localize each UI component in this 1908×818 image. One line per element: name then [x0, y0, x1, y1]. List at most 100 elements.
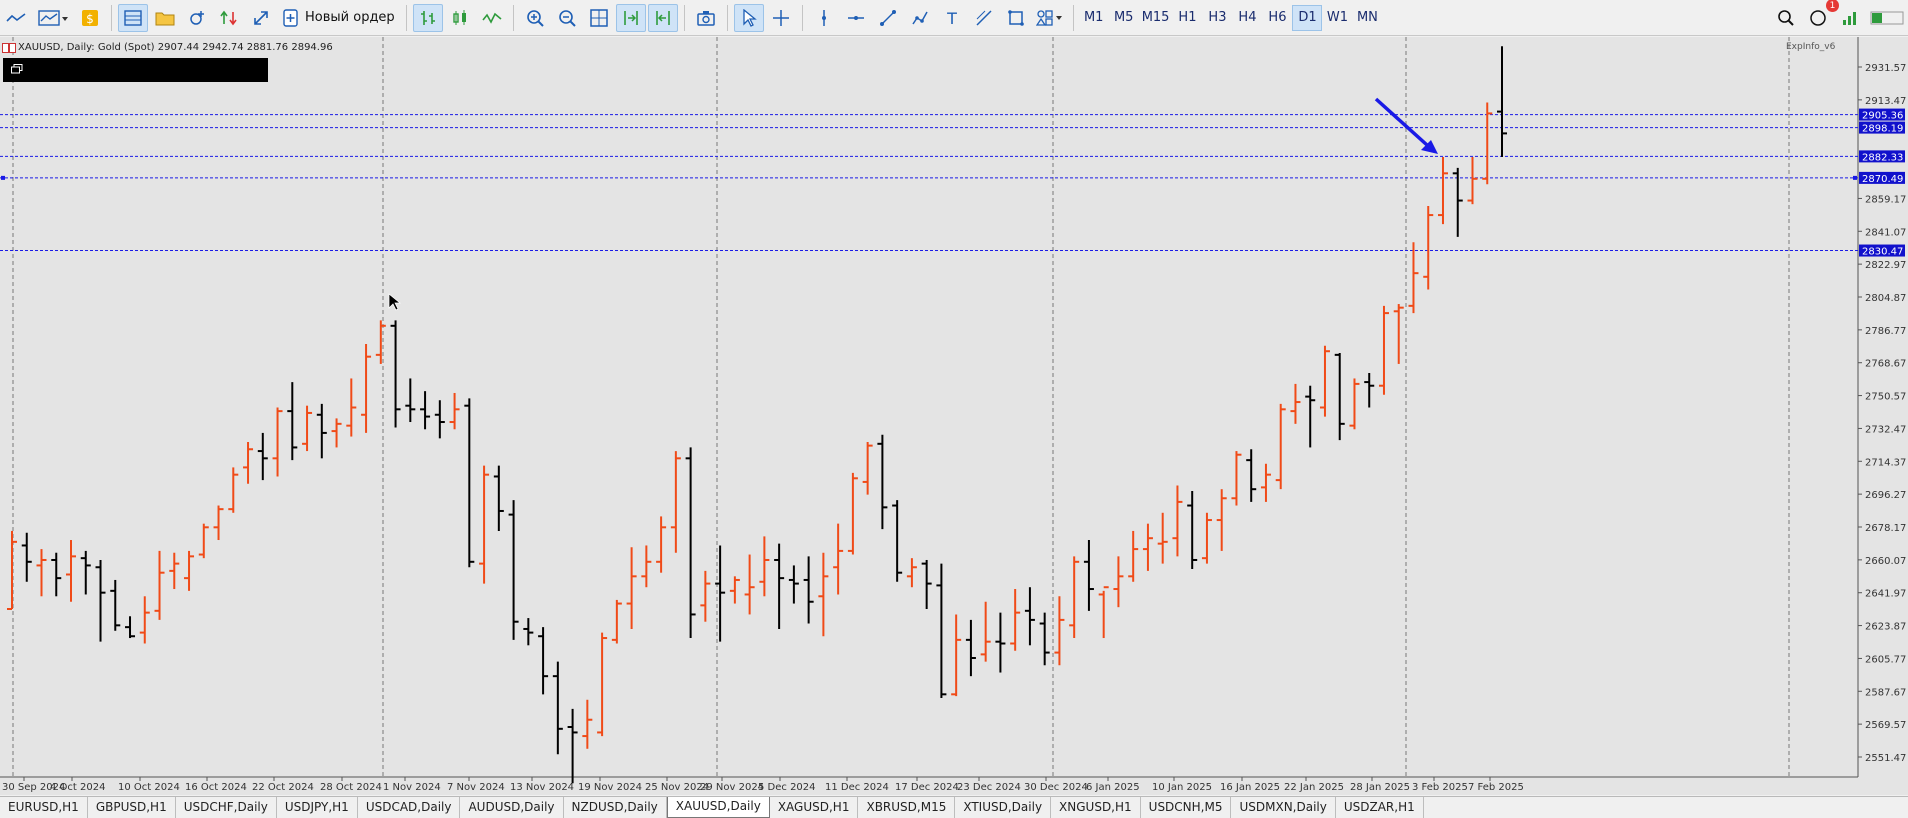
tab-xtiusd-daily[interactable]: XTIUSD,Daily	[955, 797, 1052, 818]
price-tick-label: 2696.27	[1865, 490, 1906, 501]
price-tick-label: 2660.07	[1865, 556, 1906, 567]
level-price-label: 2905.36	[1862, 111, 1903, 122]
market-watch-icon[interactable]	[118, 3, 148, 32]
price-chart[interactable]: 2931.57 2913.47 2859.17 2841.07 2822.97 2804.…	[0, 37, 1908, 795]
new-order-button[interactable]: Новый ордер	[277, 4, 401, 32]
candlestick-icon[interactable]	[445, 4, 475, 32]
zoom-out-icon[interactable]	[552, 4, 582, 32]
level-marker-left	[1, 175, 5, 180]
tab-usdjpy-h1[interactable]: USDJPY,H1	[277, 797, 358, 818]
trading-arrows-icon[interactable]	[214, 4, 244, 32]
level-marker-right	[1853, 175, 1857, 180]
timeframe-w1[interactable]: W1	[1322, 5, 1352, 31]
chart-window[interactable]: 2931.57 2913.47 2859.17 2841.07 2822.97 2804.…	[0, 37, 1908, 795]
bar-chart-icon[interactable]	[412, 3, 443, 32]
date-tick-label: 5 Dec 2024	[758, 782, 816, 793]
line-chart-icon[interactable]	[477, 4, 507, 32]
chart-type-line-icon[interactable]	[1, 4, 31, 32]
auto-scroll-icon[interactable]	[615, 3, 646, 32]
tab-xauusd-daily[interactable]: XAUUSD,Daily	[666, 797, 770, 818]
price-tick-label: 2587.67	[1865, 687, 1906, 698]
rectangle-tool-icon[interactable]	[1001, 4, 1031, 32]
navigator-folder-icon[interactable]	[150, 4, 180, 32]
timeframe-bar: M1 M5 M15 H1 H3 H4 H6 D1 W1 MN	[1079, 0, 1383, 36]
indicator-label: ExpInfo_v6	[1786, 42, 1836, 52]
restore-window-icon[interactable]	[11, 64, 23, 74]
autoscale-icon[interactable]	[246, 4, 276, 32]
price-tick-label: 2804.87	[1865, 293, 1906, 304]
date-tick-label: 7 Feb 2025	[1468, 782, 1524, 793]
search-icon[interactable]	[1771, 4, 1801, 32]
date-tick-label: 16 Jan 2025	[1220, 782, 1280, 793]
text-tool-icon[interactable]: T	[937, 4, 967, 32]
date-tick-label: 19 Nov 2024	[578, 782, 642, 793]
price-tick-label: 2714.37	[1865, 457, 1906, 468]
timeframe-m5[interactable]: M5	[1109, 5, 1139, 31]
timeframe-mn[interactable]: MN	[1352, 5, 1382, 31]
date-tick-label: 10 Jan 2025	[1152, 782, 1212, 793]
tab-xbrusd-m15[interactable]: XBRUSD,M15	[858, 797, 956, 818]
signal-strength-icon[interactable]	[1835, 4, 1865, 32]
date-tick-label: 23 Dec 2024	[957, 782, 1021, 793]
symbol-info-line: XAUUSD, Daily: Gold (Spot) 2907.44 2942.…	[18, 42, 333, 53]
tab-xngusd-h1[interactable]: XNGUSD,H1	[1051, 797, 1141, 818]
tab-usdchf-daily[interactable]: USDCHF,Daily	[176, 797, 277, 818]
zoom-in-icon[interactable]	[520, 4, 550, 32]
main-toolbar: $ Новый ордер T M1 M5 M15 H1 H3 H4 H6 D1…	[0, 0, 1908, 36]
new-order-icon	[283, 8, 298, 27]
connection-bars-icon[interactable]	[1867, 4, 1907, 32]
date-tick-label: 22 Jan 2025	[1284, 782, 1344, 793]
screenshot-camera-icon[interactable]	[691, 4, 721, 32]
level-price-label: 2830.47	[1862, 247, 1903, 258]
notifications-chat-icon[interactable]: 1	[1803, 0, 1839, 32]
tab-gbpusd-h1[interactable]: GBPUSD,H1	[88, 797, 176, 818]
date-tick-label: 17 Dec 2024	[895, 782, 959, 793]
price-tick-label: 2551.47	[1865, 753, 1906, 764]
timeframe-d1[interactable]: D1	[1292, 4, 1323, 31]
chart-menu-icon[interactable]	[2, 43, 16, 53]
tab-nzdusd-daily[interactable]: NZDUSD,Daily	[564, 797, 667, 818]
tab-usdcad-daily[interactable]: USDCAD,Daily	[358, 797, 461, 818]
tab-eurusd-h1[interactable]: EURUSD,H1	[0, 797, 88, 818]
timeframe-h1[interactable]: H1	[1172, 5, 1202, 31]
dollar-icon[interactable]: $	[75, 4, 105, 32]
tab-audusd-daily[interactable]: AUDUSD,Daily	[460, 797, 564, 818]
channel-icon[interactable]	[905, 4, 935, 32]
tab-usdcnh-m5[interactable]: USDCNH,M5	[1141, 797, 1232, 818]
chart-shift-icon[interactable]	[647, 3, 678, 32]
date-tick-label: 7 Nov 2024	[447, 782, 505, 793]
tab-usdmxn-daily[interactable]: USDMXN,Daily	[1231, 797, 1336, 818]
level-price-label: 2898.19	[1862, 124, 1903, 135]
price-tick-label: 2732.47	[1865, 424, 1906, 435]
chart-plus-icon[interactable]	[182, 4, 212, 32]
price-tick-label: 2750.57	[1865, 392, 1906, 403]
tab-usdzar-h1[interactable]: USDZAR,H1	[1336, 797, 1424, 818]
timeframe-m1[interactable]: M1	[1079, 5, 1109, 31]
svg-text:$: $	[86, 12, 94, 26]
date-tick-label: 3 Feb 2025	[1412, 782, 1468, 793]
cursor-arrow-icon[interactable]	[733, 3, 764, 32]
timeframe-m15[interactable]: M15	[1139, 5, 1173, 31]
horizontal-line-icon[interactable]	[841, 4, 871, 32]
chart-tabs-bar: EURUSD,H1 GBPUSD,H1 USDCHF,Daily USDJPY,…	[0, 796, 1908, 818]
price-tick-label: 2641.97	[1865, 589, 1906, 600]
trend-line-icon[interactable]	[873, 4, 903, 32]
timeframe-h6[interactable]: H6	[1262, 5, 1292, 31]
one-click-trading-panel[interactable]	[3, 58, 268, 82]
fibonacci-icon[interactable]	[969, 4, 999, 32]
tab-xagusd-h1[interactable]: XAGUSD,H1	[770, 797, 859, 818]
price-tick-label: 2768.67	[1865, 359, 1906, 370]
date-tick-label: 29 Nov 2024	[700, 782, 764, 793]
timeframe-h4[interactable]: H4	[1232, 5, 1262, 31]
indicators-icon[interactable]	[33, 4, 73, 32]
price-tick-label: 2841.07	[1865, 227, 1906, 238]
timeframe-h3[interactable]: H3	[1202, 5, 1232, 31]
date-tick-label: 11 Dec 2024	[825, 782, 889, 793]
date-tick-label: 16 Oct 2024	[185, 782, 247, 793]
tile-windows-icon[interactable]	[584, 4, 614, 32]
price-tick-label: 2913.47	[1865, 96, 1906, 107]
date-tick-label: 10 Oct 2024	[118, 782, 180, 793]
crosshair-icon[interactable]	[766, 4, 796, 32]
shapes-menu-icon[interactable]	[1033, 4, 1067, 32]
vertical-line-icon[interactable]	[809, 4, 839, 32]
